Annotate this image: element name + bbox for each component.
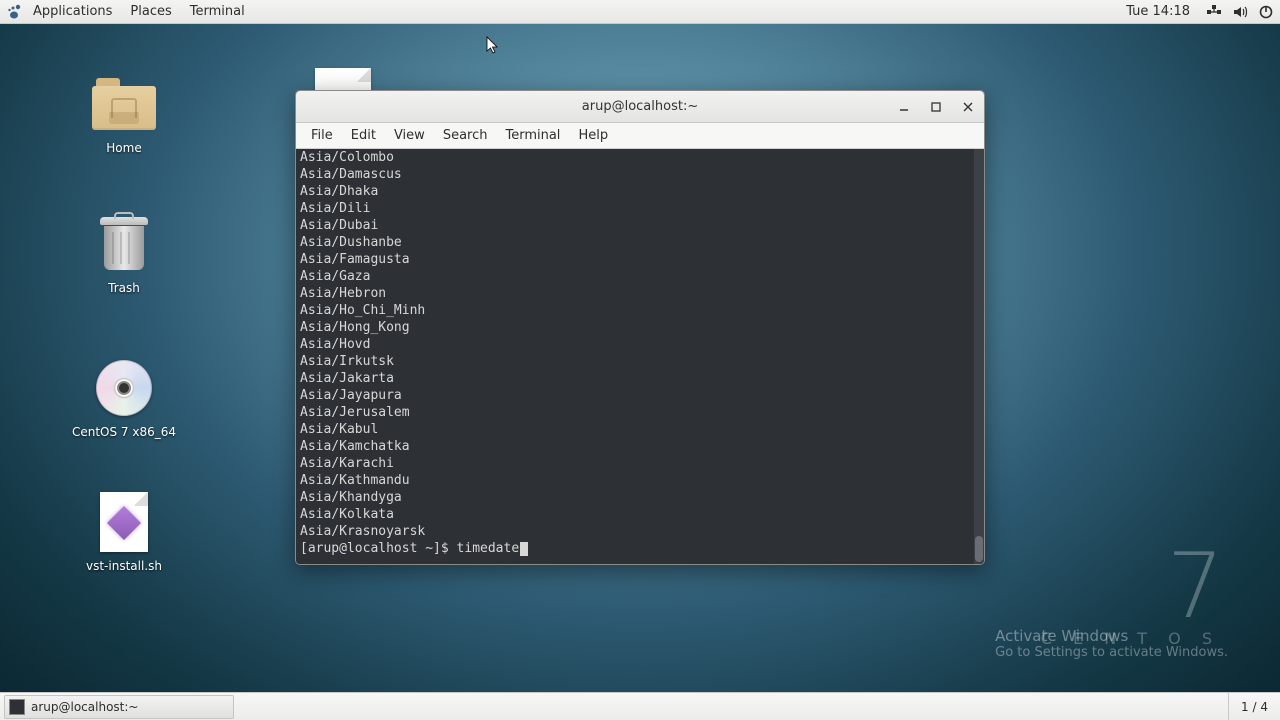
menu-terminal[interactable]: Terminal: [181, 0, 254, 23]
window-title: arup@localhost:~: [582, 99, 698, 114]
desktop-icon-disc[interactable]: CentOS 7 x86_64: [64, 356, 184, 440]
menu-applications[interactable]: Applications: [24, 0, 121, 23]
power-icon[interactable]: [1258, 4, 1274, 20]
desktop-icon-trash[interactable]: Trash: [64, 212, 184, 296]
bottom-panel: arup@localhost:~ 1 / 4: [0, 692, 1280, 720]
top-panel: Applications Places Terminal Tue 14:18: [0, 0, 1280, 24]
windows-activation-watermark: Activate Windows Go to Settings to activ…: [995, 627, 1228, 660]
menu-edit[interactable]: Edit: [342, 123, 385, 148]
terminal-scrollbar[interactable]: [974, 149, 984, 564]
desktop-icon-home[interactable]: Home: [64, 72, 184, 156]
desktop-label: Home: [64, 140, 184, 156]
disc-icon: [64, 356, 184, 420]
network-icon[interactable]: [1206, 4, 1222, 20]
volume-icon[interactable]: [1232, 4, 1248, 20]
mouse-pointer-icon: [486, 36, 500, 60]
desktop-label: vst-install.sh: [64, 558, 184, 574]
gnome-foot-icon: [6, 4, 22, 20]
terminal-icon: [9, 699, 25, 715]
desktop-label: Trash: [64, 280, 184, 296]
terminal-window: arup@localhost:~ File Edit View Search T…: [295, 90, 985, 565]
taskbar-entry-label: arup@localhost:~: [31, 700, 138, 714]
clock[interactable]: Tue 14:18: [1120, 0, 1196, 23]
terminal-output[interactable]: Asia/Colombo Asia/Damascus Asia/Dhaka As…: [296, 149, 984, 564]
window-menubar: File Edit View Search Terminal Help: [296, 123, 984, 149]
taskbar-entry-terminal[interactable]: arup@localhost:~: [4, 695, 234, 719]
trash-icon: [64, 212, 184, 276]
menu-places[interactable]: Places: [121, 0, 180, 23]
menu-help[interactable]: Help: [569, 123, 617, 148]
desktop-icon-script[interactable]: vst-install.sh: [64, 490, 184, 574]
folder-icon: [64, 72, 184, 136]
window-maximize-button[interactable]: [920, 91, 952, 123]
menu-file[interactable]: File: [302, 123, 342, 148]
workspace-indicator[interactable]: 1 / 4: [1228, 693, 1280, 720]
window-titlebar[interactable]: arup@localhost:~: [296, 91, 984, 123]
window-minimize-button[interactable]: [888, 91, 920, 123]
terminal-cursor: [520, 542, 528, 556]
script-file-icon: [64, 490, 184, 554]
terminal-prompt: [arup@localhost ~]$: [300, 541, 457, 556]
menu-view[interactable]: View: [385, 123, 434, 148]
window-close-button[interactable]: [952, 91, 984, 123]
menu-terminal-sub[interactable]: Terminal: [496, 123, 569, 148]
scrollbar-thumb[interactable]: [975, 536, 983, 562]
centos-watermark: 7 C E N T O S: [1041, 551, 1220, 648]
terminal-typed: timedate: [457, 541, 520, 556]
desktop-label: CentOS 7 x86_64: [64, 424, 184, 440]
menu-search[interactable]: Search: [434, 123, 497, 148]
